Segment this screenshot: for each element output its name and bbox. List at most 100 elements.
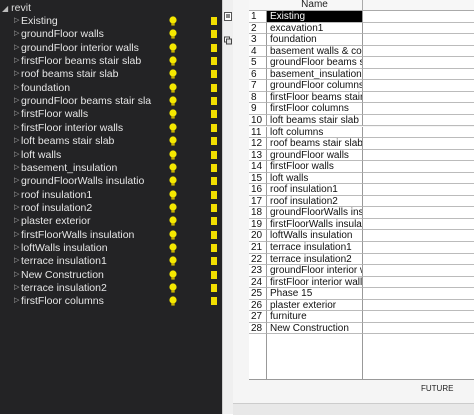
empty-cell[interactable] xyxy=(363,126,474,138)
chevron-right-icon[interactable]: ▷ xyxy=(14,283,19,291)
layer-row[interactable]: ▷ firstFloor walls xyxy=(0,108,222,121)
layer-row[interactable]: ▷ groundFloorWalls insulatio xyxy=(0,175,222,188)
name-cell[interactable]: Existing xyxy=(267,11,363,23)
empty-cell[interactable] xyxy=(363,45,474,58)
lightbulb-icon[interactable] xyxy=(168,83,178,94)
layer-row[interactable]: ▷ loft beams stair slab xyxy=(0,135,222,148)
empty-cell[interactable] xyxy=(363,207,474,219)
color-swatch[interactable] xyxy=(211,177,217,186)
name-cell[interactable]: groundFloor columns xyxy=(267,80,363,92)
chevron-right-icon[interactable]: ▷ xyxy=(14,203,19,211)
color-swatch[interactable] xyxy=(211,123,217,132)
color-swatch[interactable] xyxy=(211,43,217,52)
name-cell[interactable]: firstFloor walls xyxy=(267,161,363,173)
empty-cell[interactable] xyxy=(363,11,474,23)
row-number[interactable]: 28 xyxy=(249,322,267,335)
row-number[interactable]: 5 xyxy=(249,57,267,69)
lightbulb-icon[interactable] xyxy=(168,176,178,187)
chevron-right-icon[interactable]: ▷ xyxy=(14,270,19,278)
row-number[interactable]: 20 xyxy=(249,230,267,242)
name-cell[interactable]: foundation xyxy=(267,34,363,46)
color-swatch[interactable] xyxy=(211,83,217,92)
row-number[interactable]: 22 xyxy=(249,253,267,266)
color-swatch[interactable] xyxy=(211,284,217,292)
empty-cell[interactable] xyxy=(363,288,474,300)
name-cell[interactable]: loftWalls insulation xyxy=(267,230,363,242)
layer-row[interactable]: ▷ groundFloor beams stair sla xyxy=(0,95,222,108)
color-swatch[interactable] xyxy=(211,137,217,146)
layer-row[interactable]: ▷ Existing xyxy=(0,15,222,28)
lightbulb-icon[interactable] xyxy=(168,69,178,80)
tree-root[interactable]: ◢ revit xyxy=(2,2,31,15)
lightbulb-icon[interactable] xyxy=(168,43,178,54)
name-cell[interactable]: groundFloor walls xyxy=(267,149,363,162)
color-swatch[interactable] xyxy=(211,70,217,79)
chevron-right-icon[interactable]: ▷ xyxy=(14,16,19,24)
color-swatch[interactable] xyxy=(211,270,217,279)
horizontal-scrollbar[interactable] xyxy=(233,403,474,415)
chevron-right-icon[interactable]: ▷ xyxy=(14,190,19,198)
lightbulb-icon[interactable] xyxy=(168,296,178,307)
name-cell[interactable]: roof insulation2 xyxy=(267,195,363,208)
row-number[interactable]: 12 xyxy=(249,138,267,150)
empty-cell[interactable] xyxy=(363,161,474,173)
empty-cell[interactable] xyxy=(363,68,474,81)
layer-row[interactable]: ▷ plaster exterior xyxy=(0,215,222,228)
lightbulb-icon[interactable] xyxy=(168,16,178,27)
row-number[interactable]: 10 xyxy=(249,114,267,127)
name-cell[interactable]: loft columns xyxy=(267,126,363,138)
row-number[interactable]: 8 xyxy=(249,91,267,104)
empty-cell[interactable] xyxy=(363,22,474,35)
chevron-right-icon[interactable]: ▷ xyxy=(14,243,19,251)
name-cell[interactable]: roof insulation1 xyxy=(267,184,363,196)
name-cell[interactable]: excavation1 xyxy=(267,22,363,35)
empty-cell[interactable] xyxy=(363,103,474,115)
chevron-right-icon[interactable]: ▷ xyxy=(14,96,19,104)
empty-cell[interactable] xyxy=(363,276,474,289)
chevron-right-icon[interactable]: ▷ xyxy=(14,256,19,264)
lightbulb-icon[interactable] xyxy=(168,163,178,174)
chevron-right-icon[interactable]: ▷ xyxy=(14,69,19,77)
layer-row[interactable]: ▷ firstFloorWalls insulation xyxy=(0,229,222,242)
name-cell[interactable]: groundFloorWalls insulat xyxy=(267,207,363,219)
row-number[interactable]: 16 xyxy=(249,184,267,196)
row-number[interactable]: 9 xyxy=(249,103,267,115)
layers-stack-icon[interactable] xyxy=(224,36,232,45)
color-swatch[interactable] xyxy=(211,203,217,212)
empty-cell[interactable] xyxy=(363,265,474,277)
lightbulb-icon[interactable] xyxy=(168,283,178,294)
lightbulb-icon[interactable] xyxy=(168,56,178,67)
name-cell[interactable]: terrace insulation1 xyxy=(267,242,363,254)
chevron-right-icon[interactable]: ▷ xyxy=(14,56,19,64)
name-cell[interactable]: basement_insulation xyxy=(267,68,363,81)
layer-row[interactable]: ▷ terrace insulation1 xyxy=(0,255,222,268)
row-number[interactable]: 15 xyxy=(249,172,267,185)
chevron-right-icon[interactable]: ▷ xyxy=(14,43,19,51)
row-number[interactable]: 19 xyxy=(249,218,267,231)
name-cell[interactable]: loft beams stair slab xyxy=(267,114,363,127)
layer-row[interactable]: ▷ roof insulation1 xyxy=(0,189,222,202)
layer-row[interactable]: ▷ groundFloor walls xyxy=(0,28,222,41)
color-swatch[interactable] xyxy=(211,110,217,119)
lightbulb-icon[interactable] xyxy=(168,96,178,107)
empty-cell[interactable] xyxy=(363,149,474,162)
chevron-right-icon[interactable]: ▷ xyxy=(14,163,19,171)
row-number[interactable]: 13 xyxy=(249,149,267,162)
name-cell[interactable]: terrace insulation2 xyxy=(267,253,363,266)
name-cell[interactable]: basement walls & colum xyxy=(267,45,363,58)
corner-header[interactable] xyxy=(249,0,268,11)
color-swatch[interactable] xyxy=(211,30,217,39)
row-number[interactable]: 3 xyxy=(249,34,267,46)
name-cell[interactable]: firstFloor interior walls xyxy=(267,276,363,289)
row-number[interactable]: 24 xyxy=(249,276,267,289)
row-number[interactable]: 4 xyxy=(249,45,267,58)
empty-cell[interactable] xyxy=(363,172,474,185)
chevron-down-icon[interactable]: ◢ xyxy=(2,2,8,15)
row-number[interactable]: 25 xyxy=(249,288,267,300)
color-swatch[interactable] xyxy=(211,17,217,25)
empty-cell[interactable] xyxy=(363,311,474,323)
chevron-right-icon[interactable]: ▷ xyxy=(14,230,19,238)
lightbulb-icon[interactable] xyxy=(168,149,178,161)
color-swatch[interactable] xyxy=(211,217,217,226)
name-cell[interactable]: furniture xyxy=(267,311,363,323)
